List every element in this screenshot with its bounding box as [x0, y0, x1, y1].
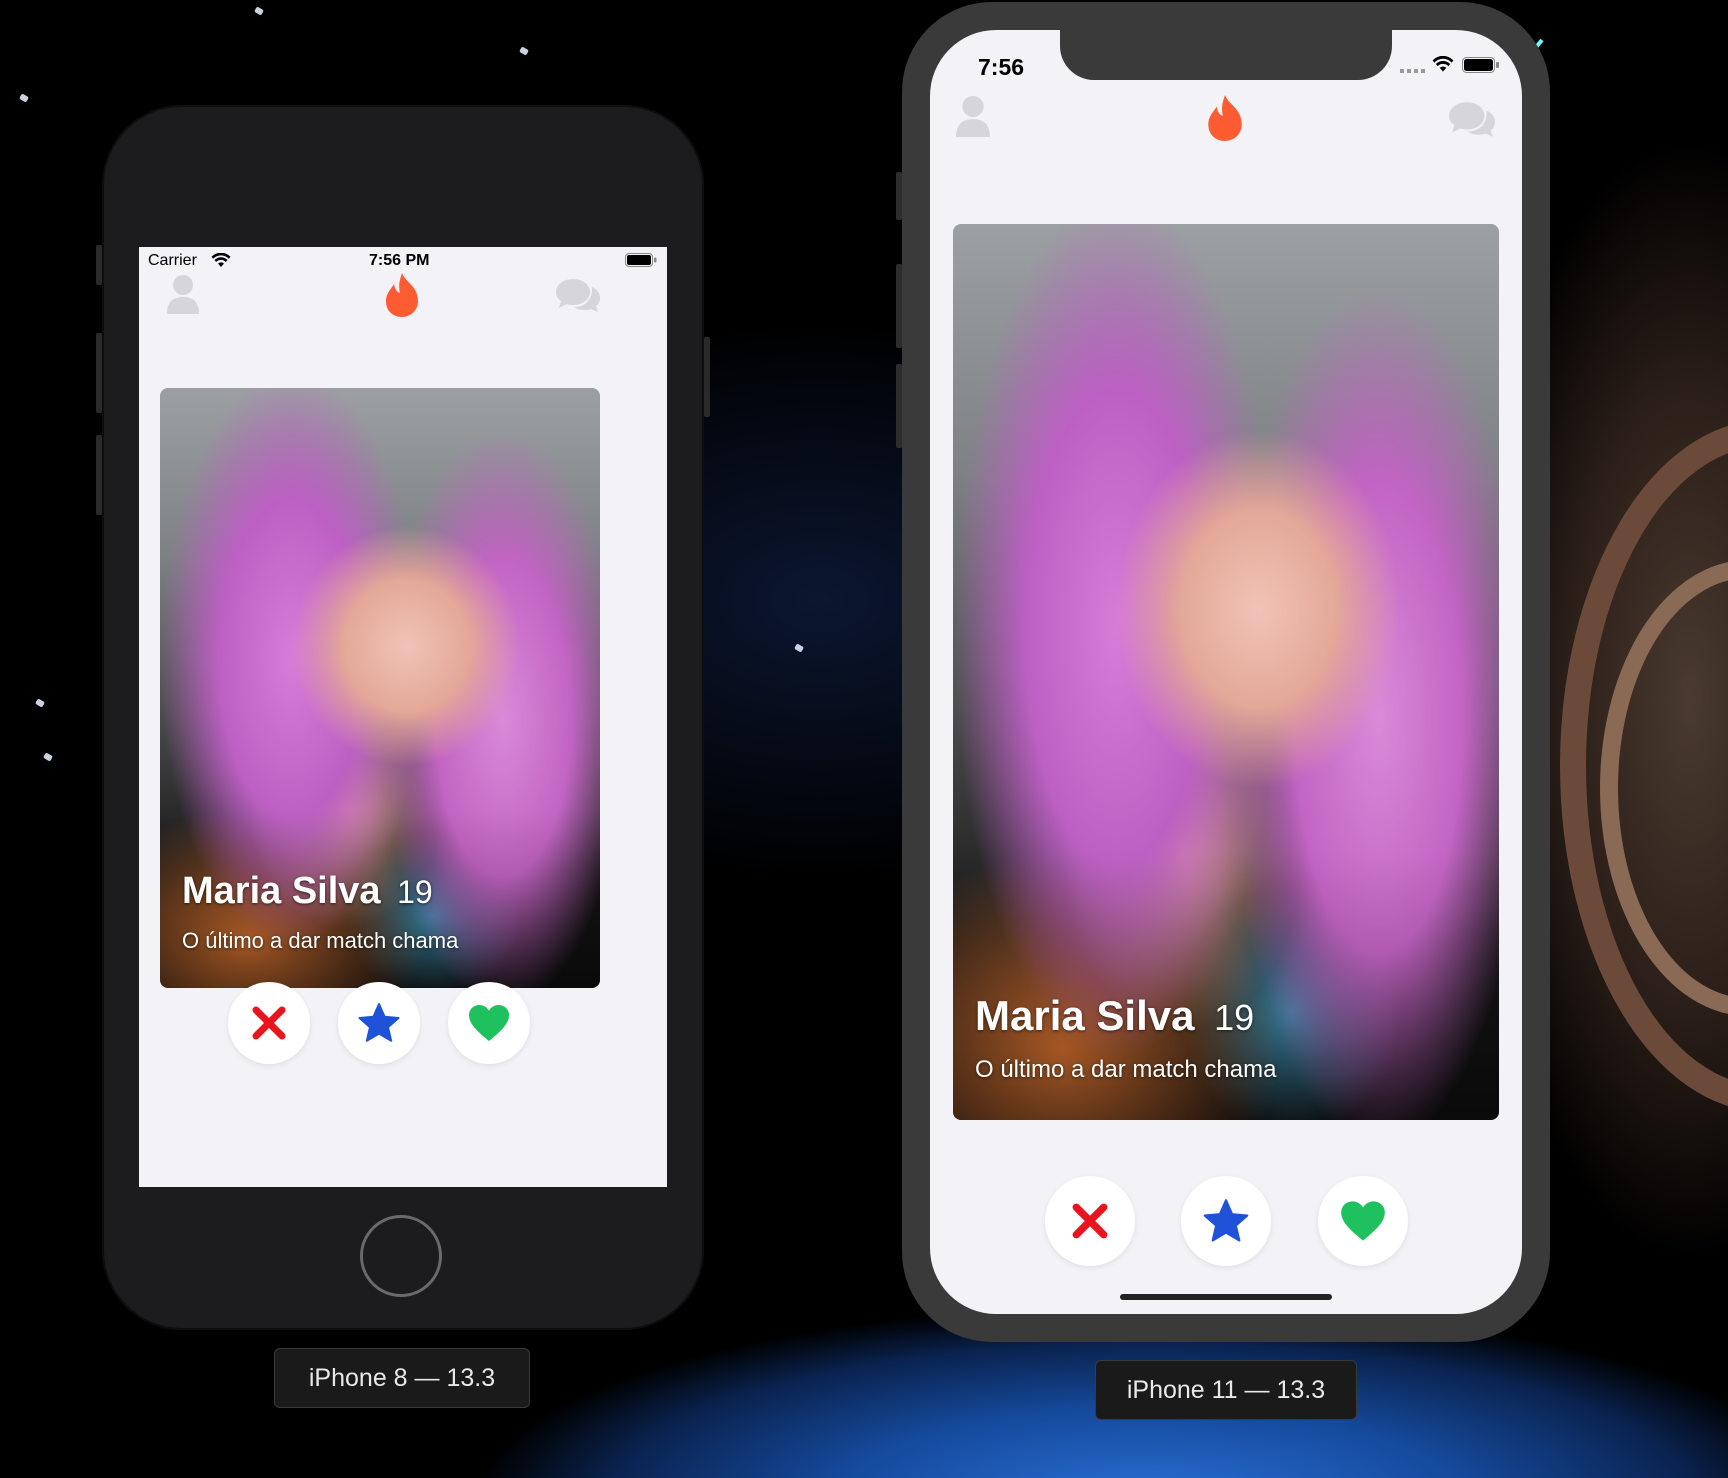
volume-up-button — [896, 264, 902, 348]
carrier-label: Carrier — [148, 252, 197, 269]
battery-icon — [625, 253, 657, 267]
profile-icon[interactable] — [954, 94, 992, 140]
power-button — [704, 337, 710, 417]
close-icon — [252, 1006, 286, 1040]
chat-icon[interactable] — [555, 277, 601, 315]
status-time: 7:56 — [978, 54, 1025, 80]
signal-dots — [1400, 69, 1426, 73]
star-icon — [358, 1003, 400, 1042]
superlike-button[interactable] — [338, 982, 420, 1064]
flame-icon — [386, 273, 418, 317]
dislike-button[interactable] — [228, 982, 310, 1064]
chat-icon[interactable] — [1448, 100, 1496, 140]
iphone-11-device: 7:56 Maria Silva 19 O último a dar match… — [896, 2, 1550, 1342]
volume-down-button — [896, 364, 902, 448]
volume-down-button — [96, 435, 102, 515]
volume-up-button — [96, 333, 102, 413]
iphone-8-device: Carrier 7:56 PM Maria Silva 19 O último … — [96, 105, 710, 1330]
iphone-11-label: iPhone 11 — 13.3 — [1095, 1360, 1357, 1420]
space-debris — [19, 93, 29, 103]
iphone-8-label: iPhone 8 — 13.3 — [274, 1348, 530, 1408]
simulator-background: Carrier 7:56 PM Maria Silva 19 O último … — [0, 0, 1728, 1478]
wifi-icon — [1432, 56, 1454, 72]
wifi-icon — [211, 253, 231, 267]
profile-age: 19 — [1214, 997, 1255, 1038]
space-debris — [35, 698, 45, 708]
profile-name-text: Maria Silva — [975, 992, 1195, 1039]
heart-icon — [1341, 1201, 1385, 1241]
iphone-11-screen: 7:56 Maria Silva 19 O último a dar match… — [930, 30, 1522, 1314]
profile-name: Maria Silva 19 — [182, 870, 433, 913]
flame-icon — [1208, 95, 1242, 141]
profile-icon[interactable] — [165, 274, 201, 316]
home-indicator[interactable] — [1120, 1294, 1332, 1300]
superlike-button[interactable] — [1181, 1176, 1271, 1266]
home-button[interactable] — [360, 1215, 442, 1297]
profile-name: Maria Silva 19 — [975, 992, 1254, 1040]
close-icon — [1072, 1203, 1108, 1239]
silent-switch — [896, 172, 902, 220]
profile-bio: O último a dar match chama — [975, 1056, 1277, 1083]
space-debris — [43, 752, 53, 762]
space-debris — [519, 46, 529, 56]
dislike-button[interactable] — [1045, 1176, 1135, 1266]
silent-switch — [96, 245, 102, 285]
space-debris — [794, 643, 804, 653]
profile-bio: O último a dar match chama — [182, 928, 459, 953]
space-debris — [254, 6, 264, 16]
iphone-8-screen: Carrier 7:56 PM Maria Silva 19 O último … — [139, 247, 667, 1187]
profile-name-text: Maria Silva — [182, 870, 381, 912]
like-button[interactable] — [1318, 1176, 1408, 1266]
status-bar: 7:56 — [930, 30, 1522, 90]
battery-icon — [1462, 57, 1499, 73]
star-icon — [1203, 1199, 1249, 1242]
like-button[interactable] — [448, 982, 530, 1064]
heart-icon — [469, 1005, 509, 1041]
profile-age: 19 — [397, 874, 433, 910]
profile-card[interactable]: Maria Silva 19 O último a dar match cham… — [160, 388, 600, 988]
status-time: 7:56 PM — [369, 252, 430, 269]
profile-card[interactable]: Maria Silva 19 O último a dar match cham… — [953, 224, 1499, 1120]
